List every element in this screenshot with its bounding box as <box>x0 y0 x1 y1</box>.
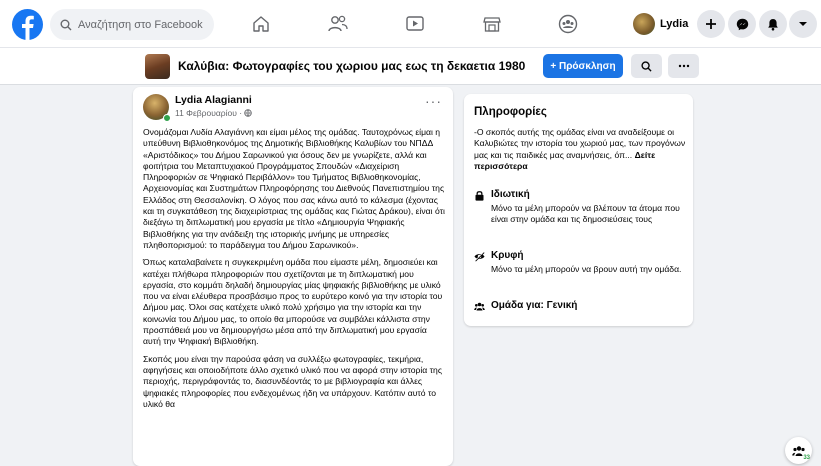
globe-icon <box>244 109 252 117</box>
members-count-badge: 33 <box>803 455 810 461</box>
post-paragraph: Σκοπός μου είναι την παρούσα φάση να συλ… <box>143 353 442 409</box>
avatar <box>633 13 655 35</box>
privacy-private-title: Ιδιωτική <box>491 189 530 200</box>
visibility-hidden-description: Μόνο τα μέλη μπορούν να βρουν αυτή την ο… <box>491 264 682 274</box>
search-box[interactable] <box>50 9 214 40</box>
eye-icon <box>474 251 485 262</box>
post-author[interactable]: Lydia Alagianni <box>175 94 252 106</box>
messenger-button[interactable] <box>728 10 756 38</box>
search-icon <box>60 19 72 30</box>
friends-icon[interactable] <box>327 13 349 35</box>
about-description: -Ο σκοπός αυτής της ομάδας είναι να αναδ… <box>474 127 686 172</box>
about-card: Πληροφορίες -Ο σκοπός αυτής της ομάδας ε… <box>464 94 693 326</box>
post-options-icon[interactable]: ··· <box>425 93 442 109</box>
top-navigation-bar: Lydia <box>0 0 821 48</box>
post-card: Lydia Alagianni 11 Φεβρουαρίου · ··· Ονο… <box>133 87 453 466</box>
group-search-button[interactable] <box>631 54 662 78</box>
facebook-logo[interactable] <box>12 9 43 40</box>
profile-button[interactable]: Lydia <box>629 10 692 38</box>
post-paragraph: Ονομάζομαι Λυδία Αλαγιάννη και είμαι μέλ… <box>143 127 445 250</box>
profile-name: Lydia <box>660 18 689 30</box>
people-icon <box>474 302 485 311</box>
watch-icon[interactable] <box>404 13 426 35</box>
account-menu-icon <box>799 22 807 26</box>
marketplace-icon[interactable] <box>481 13 503 35</box>
group-header: Καλύβια: Φωτογραφίες του χωριου μας εως … <box>0 48 821 85</box>
post-paragraph: Όπως καταλαβαίνετε η συγκεκριμένη ομάδα … <box>143 257 443 347</box>
messenger-icon <box>736 18 748 30</box>
notifications-button[interactable] <box>759 10 787 38</box>
group-type-title: Ομάδα για: Γενική <box>491 300 578 311</box>
notifications-icon <box>768 18 778 30</box>
privacy-private-description: Μόνο τα μέλη μπορούν να βλέπουν τα άτομα… <box>491 203 680 225</box>
about-title: Πληροφορίες <box>474 106 547 118</box>
post-text: Ονομάζομαι Λυδία Αλαγιάννη και είμαι μέλ… <box>143 127 446 416</box>
plus-icon <box>706 19 716 29</box>
lock-icon <box>475 191 484 201</box>
post-timestamp[interactable]: 11 Φεβρουαρίου · <box>175 108 252 118</box>
groups-icon[interactable] <box>557 13 579 35</box>
account-menu-button[interactable] <box>789 10 817 38</box>
create-button[interactable] <box>697 10 725 38</box>
home-icon[interactable] <box>250 13 272 35</box>
search-icon <box>641 60 652 72</box>
group-cover-thumbnail[interactable] <box>145 54 170 79</box>
group-more-button[interactable] <box>668 54 699 78</box>
visibility-hidden-title: Κρυφή <box>491 250 524 261</box>
post-date-text: 11 Φεβρουαρίου · <box>175 108 243 118</box>
invite-button[interactable]: + Πρόσκληση <box>543 54 623 78</box>
online-status-indicator <box>163 114 171 122</box>
group-members-button[interactable]: 33 <box>785 437 812 464</box>
search-input[interactable] <box>78 18 213 31</box>
more-options-icon <box>678 64 689 68</box>
group-title[interactable]: Καλύβια: Φωτογραφίες του χωριου μας εως … <box>178 59 525 73</box>
